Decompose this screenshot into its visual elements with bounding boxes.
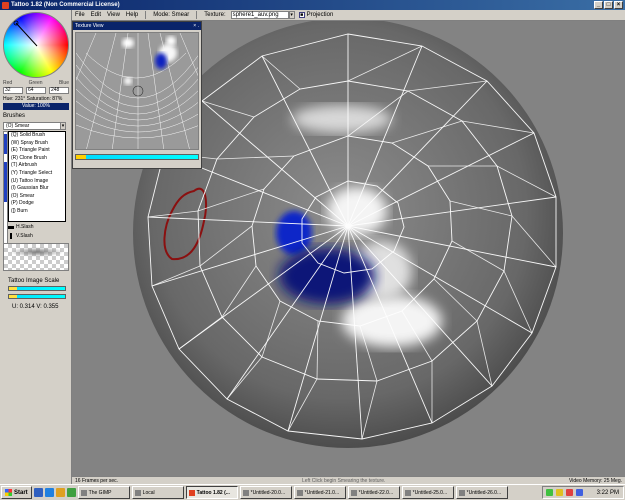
maximize-button[interactable]: □ xyxy=(604,1,613,9)
green-input[interactable]: 64 xyxy=(26,87,46,94)
task-button[interactable]: The GIMP xyxy=(77,486,130,499)
task-label: Tattoo 1.82 (... xyxy=(196,489,230,496)
h-slash-icon xyxy=(8,225,14,229)
tray-icon[interactable] xyxy=(566,489,573,496)
menu-separator xyxy=(196,11,198,19)
color-wheel[interactable] xyxy=(3,12,69,78)
v-slash-brush[interactable]: V.Slash xyxy=(8,233,33,239)
start-label: Start xyxy=(14,489,28,496)
chevron-down-icon[interactable]: ▾ xyxy=(60,122,66,130)
task-label: *Untitled-21.0... xyxy=(304,489,340,496)
tray-icon[interactable] xyxy=(556,489,563,496)
brush-option[interactable]: (W) Spray Brush xyxy=(9,140,65,148)
brush-option[interactable]: (I) Gaussian Blur xyxy=(9,185,65,193)
start-button[interactable]: Start xyxy=(1,486,32,499)
menu-edit[interactable]: Edit xyxy=(88,12,104,18)
task-label: *Untitled-25.0... xyxy=(412,489,448,496)
scale-slider-v[interactable] xyxy=(8,294,66,299)
task-label: *Untitled-20.0... xyxy=(250,489,286,496)
mode-label: Mode: Smear xyxy=(153,12,190,18)
task-button-active[interactable]: Tattoo 1.82 (... xyxy=(185,486,238,499)
menu-file[interactable]: File xyxy=(72,12,88,18)
brush-option[interactable]: (T) Airbrush xyxy=(9,162,65,170)
browser-icon[interactable] xyxy=(44,488,54,497)
projection-checkbox[interactable]: ■ xyxy=(298,12,305,18)
menu-separator xyxy=(145,11,147,19)
texture-select[interactable]: sphere1_auv.png xyxy=(230,11,289,19)
clock: 3:22 PM xyxy=(596,489,619,496)
scale-label: Tattoo Image Scale xyxy=(8,278,60,284)
menu-bar: File Edit View Help Mode: Smear Texture:… xyxy=(72,10,625,21)
texture-zoom-slider[interactable] xyxy=(75,154,199,160)
v-slash-icon xyxy=(10,233,12,239)
tray-icon[interactable] xyxy=(546,489,553,496)
task-button[interactable]: *Untitled-20.0... xyxy=(239,486,292,499)
texture-unwrap xyxy=(76,33,198,149)
texture-view-titlebar[interactable]: Texture View × . xyxy=(73,22,201,30)
h-slash-label: H.Slash xyxy=(16,224,34,230)
red-label: Red xyxy=(3,80,13,86)
task-label: The GIMP xyxy=(88,489,112,496)
brush-preview xyxy=(3,243,69,271)
task-label: Local xyxy=(142,489,155,496)
brush-option[interactable]: ([) Burn xyxy=(9,208,65,216)
h-slash-brush[interactable]: H.Slash xyxy=(8,224,34,230)
menu-help[interactable]: Help xyxy=(123,12,141,18)
brush-option[interactable]: (Y) Triangle Select xyxy=(9,170,65,178)
projection-label: Projection xyxy=(306,12,334,18)
brush-option[interactable]: (E) Triangle Paint xyxy=(9,147,65,155)
hue-saturation-readout: Hue: 231° Saturation: 87% xyxy=(3,96,63,102)
task-label: *Untitled-26.0... xyxy=(466,489,502,496)
task-button[interactable]: *Untitled-26.0... xyxy=(455,486,508,499)
desktop-icon[interactable] xyxy=(33,488,43,497)
task-button[interactable]: *Untitled-21.0... xyxy=(293,486,346,499)
texture-canvas[interactable] xyxy=(75,32,199,150)
app-launch-icon[interactable] xyxy=(66,488,76,497)
blue-input[interactable]: 248 xyxy=(49,87,69,94)
blue-label: Blue xyxy=(58,80,69,86)
color-picker-marker xyxy=(13,20,38,47)
green-label: Green xyxy=(28,80,43,86)
title-bar: Tattoo 1.82 (Non Commercial License) _ □… xyxy=(0,0,625,10)
status-bar: 16 Frames per sec. Left Click begin Smea… xyxy=(72,476,625,484)
task-button[interactable]: *Untitled-22.0... xyxy=(347,486,400,499)
close-icon[interactable]: × . xyxy=(193,22,199,30)
uv-readout: U: 0.314 V: 0.355 xyxy=(12,304,59,310)
red-input[interactable]: 32 xyxy=(3,87,23,94)
menu-view[interactable]: View xyxy=(104,12,123,18)
brush-option[interactable]: (P) Dodge xyxy=(9,200,65,208)
brush-select-value: (O) Smear xyxy=(6,123,30,129)
v-slash-label: V.Slash xyxy=(16,233,33,239)
system-tray: 3:22 PM xyxy=(542,486,624,499)
brushes-label: Brushes xyxy=(3,113,26,119)
explorer-icon[interactable] xyxy=(55,488,65,497)
close-button[interactable]: × xyxy=(614,1,623,9)
task-button[interactable]: *Untitled-25.0... xyxy=(401,486,454,499)
brush-select[interactable]: (O) Smear ▾ xyxy=(3,122,66,130)
brush-option[interactable]: (R) Clone Brush xyxy=(9,155,65,163)
texture-label: Texture: xyxy=(204,12,226,18)
taskbar: Start The GIMP Local Tattoo 1.82 (... *U… xyxy=(0,484,625,500)
brush-option[interactable]: (U) Tattoo Image xyxy=(9,178,65,186)
left-panel: Red Green Blue 32 64 248 Hue: 231° Satur… xyxy=(0,10,72,484)
chevron-down-icon[interactable]: ▾ xyxy=(288,11,295,19)
texture-view-title: Texture View xyxy=(75,23,104,29)
task-button[interactable]: Local xyxy=(131,486,184,499)
minimize-button[interactable]: _ xyxy=(594,1,603,9)
app-icon xyxy=(2,1,9,9)
task-label: *Untitled-22.0... xyxy=(358,489,394,496)
brush-dropdown-list: (Q) Solid Brush (W) Spray Brush (E) Tria… xyxy=(8,131,66,222)
scale-slider-u[interactable] xyxy=(8,286,66,291)
windows-logo-icon xyxy=(5,489,12,496)
brush-option[interactable]: (O) Smear xyxy=(9,193,65,201)
texture-view-window: Texture View × . xyxy=(72,21,202,169)
tray-icon[interactable] xyxy=(576,489,583,496)
brush-option[interactable]: (Q) Solid Brush xyxy=(9,132,65,140)
value-slider[interactable]: Value: 100% xyxy=(3,103,69,110)
window-title: Tattoo 1.82 (Non Commercial License) xyxy=(11,2,120,8)
